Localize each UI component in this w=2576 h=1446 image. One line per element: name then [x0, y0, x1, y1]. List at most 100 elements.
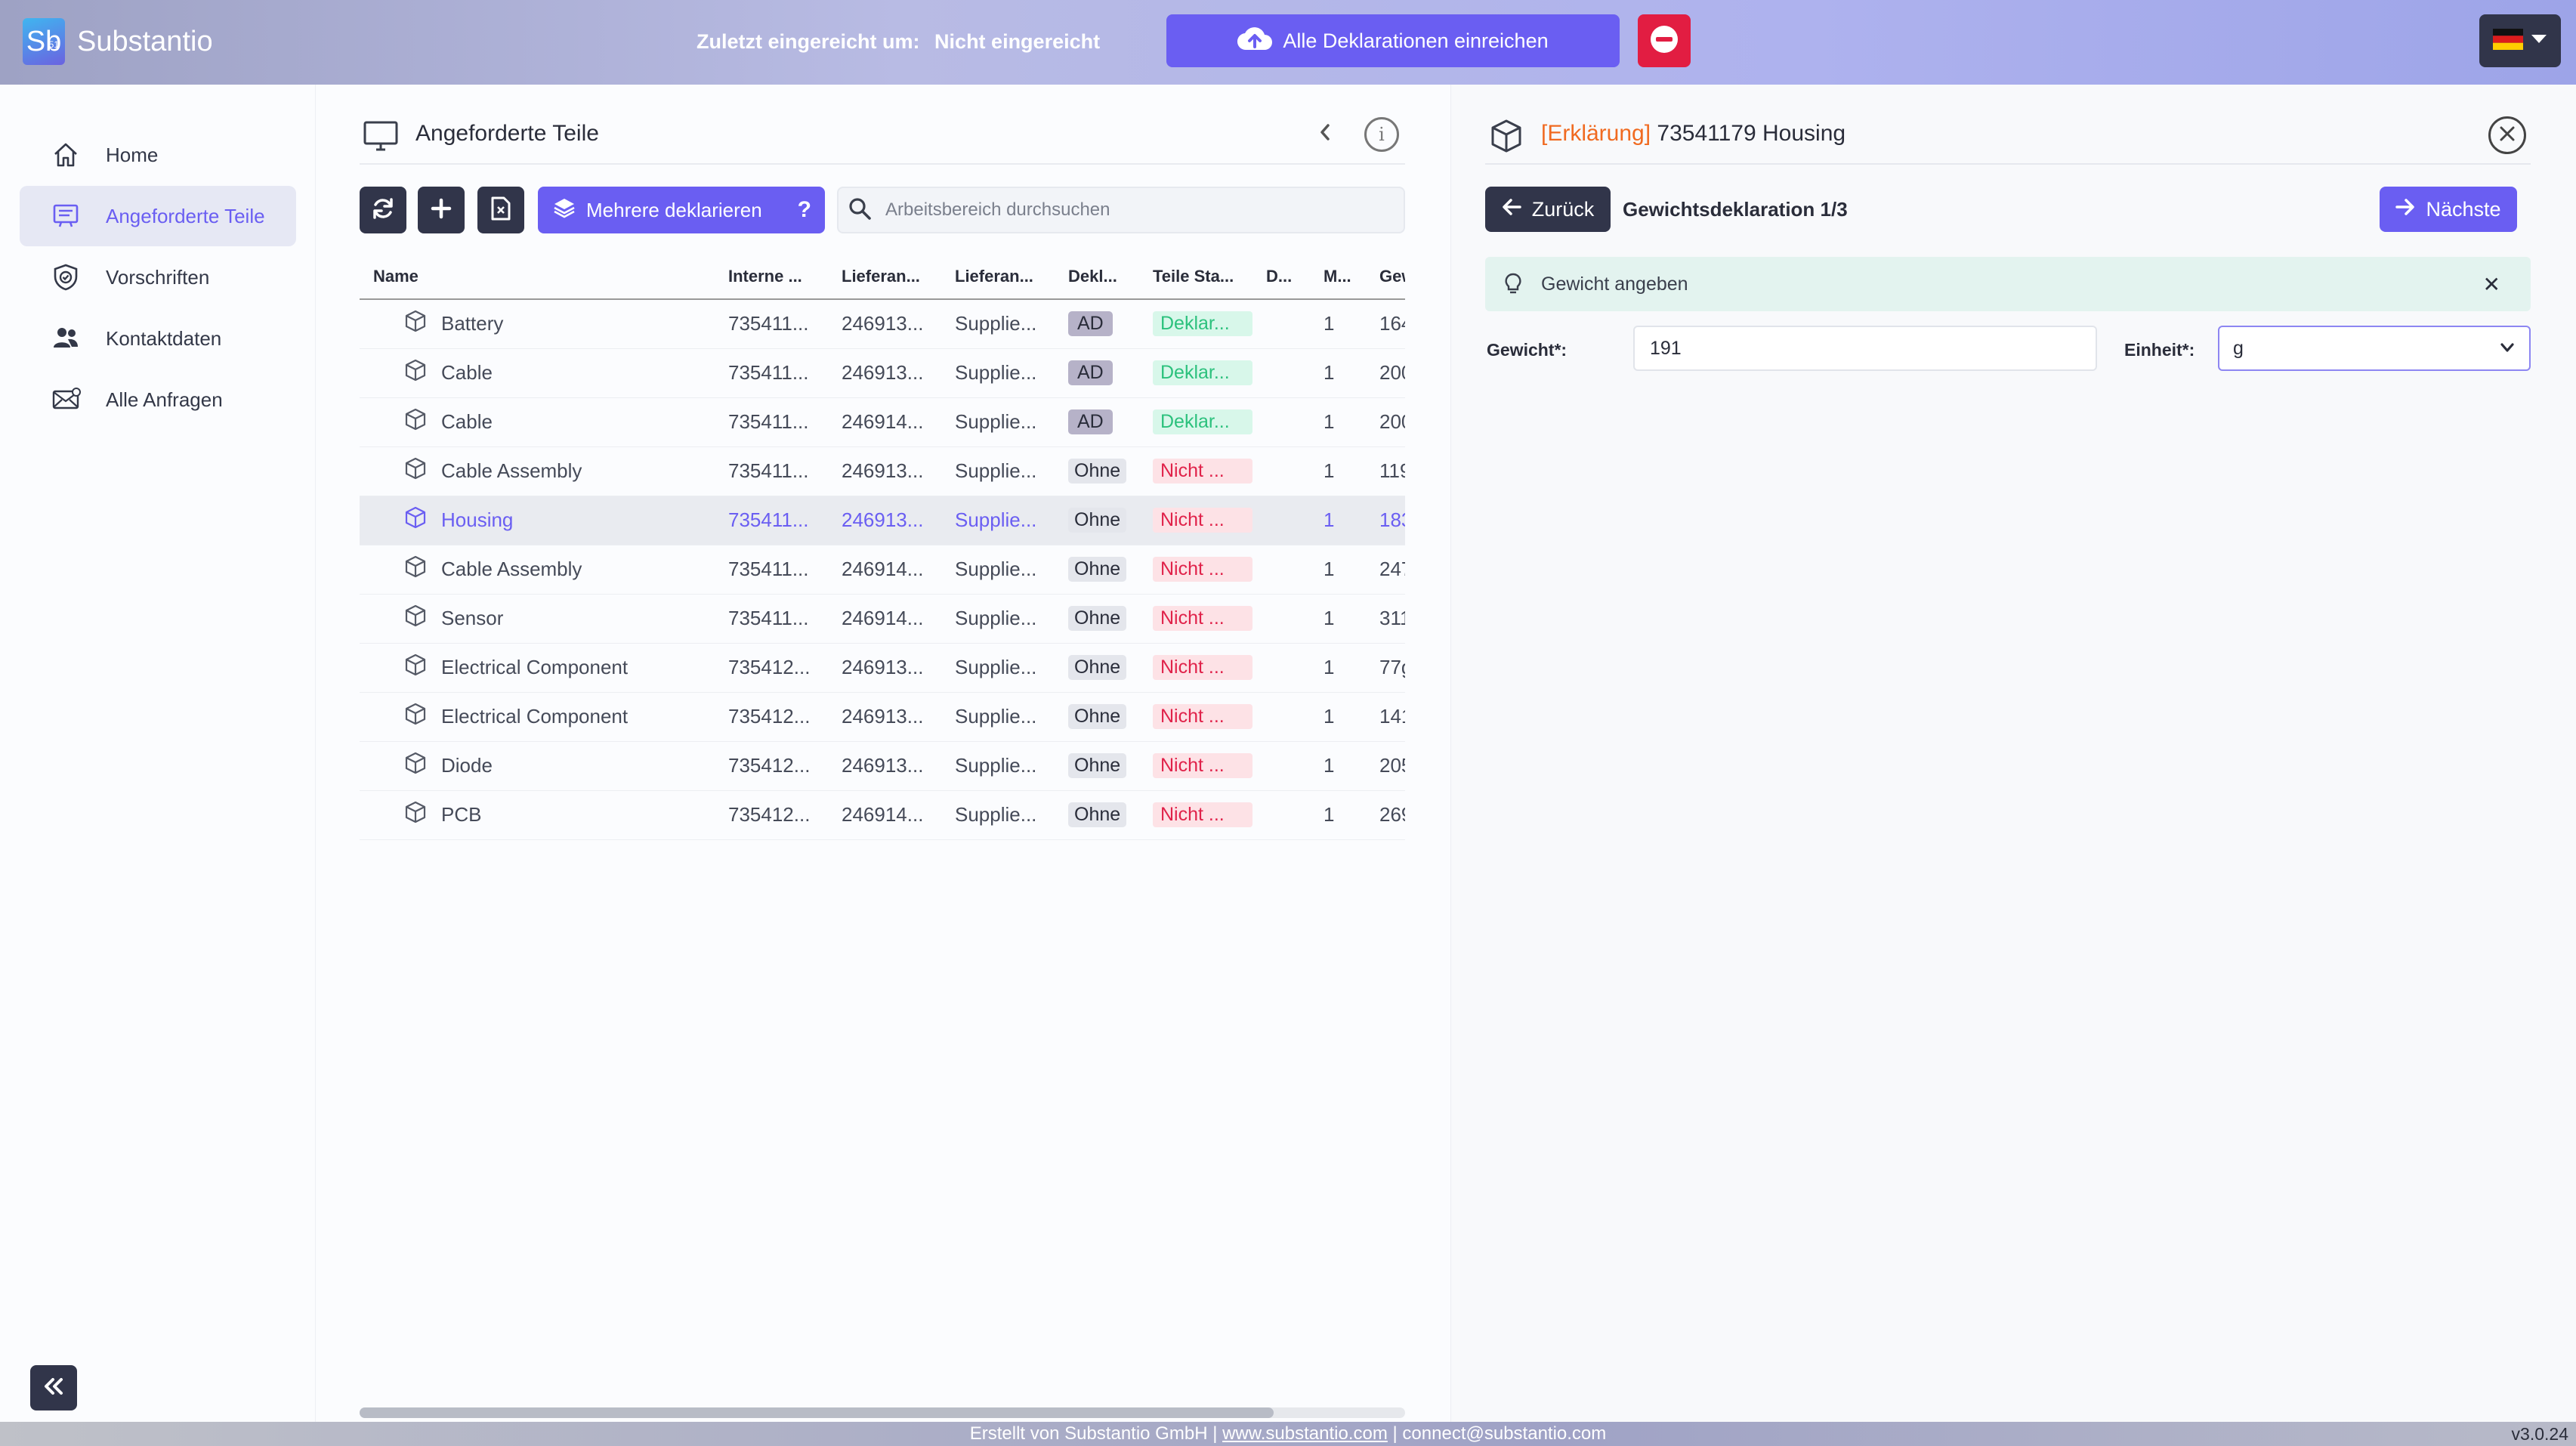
submit-all-label: Alle Deklarationen einreichen: [1283, 29, 1549, 52]
add-button[interactable]: [418, 187, 465, 233]
cell-supplier: Supplie...: [941, 348, 1055, 398]
cell-name: PCB: [360, 790, 715, 840]
chevron-left-icon: [1317, 122, 1333, 149]
unit-select[interactable]: g: [2218, 326, 2531, 371]
status-badge: Nicht ...: [1153, 655, 1252, 680]
cube-icon: [403, 456, 428, 486]
cell-quantity: 1: [1310, 446, 1366, 496]
sidebar-item-label: Alle Anfragen: [106, 388, 223, 411]
cell-name: Electrical Component: [360, 643, 715, 693]
next-button[interactable]: Nächste: [2380, 187, 2517, 232]
submit-all-button[interactable]: Alle Deklarationen einreichen: [1166, 14, 1620, 67]
home-icon: [51, 141, 86, 169]
refresh-button[interactable]: [360, 187, 406, 233]
help-icon[interactable]: ?: [798, 197, 811, 223]
column-header[interactable]: Name: [360, 254, 715, 300]
unit-label: Einheit*:: [2124, 340, 2195, 360]
declaration-badge: Ohne: [1068, 508, 1127, 533]
cell-supplier: Supplie...: [941, 496, 1055, 545]
cell-internal-number: 735411...: [715, 299, 828, 349]
info-button[interactable]: i: [1364, 117, 1399, 152]
table-row[interactable]: Housing 735411... 246913... Supplie... Ohne N…: [360, 496, 1405, 545]
part-name: Cable Assembly: [441, 558, 582, 580]
column-header[interactable]: Lieferan...: [828, 254, 941, 300]
export-file-button[interactable]: [477, 187, 524, 233]
column-header[interactable]: M...: [1310, 254, 1366, 300]
declare-multiple-button[interactable]: Mehrere deklarieren ?: [538, 187, 825, 233]
dismiss-hint-button[interactable]: ✕: [2483, 272, 2500, 297]
cell-supplier: Supplie...: [941, 545, 1055, 595]
sidebar-item-requested-parts[interactable]: Angeforderte Teile: [20, 186, 296, 246]
sidebar-item-home[interactable]: Home: [20, 125, 296, 185]
table-row[interactable]: Sensor 735411... 246914... Supplie... Ohne Ni…: [360, 594, 1405, 644]
detail-title: [Erklärung] 73541179 Housing: [1541, 121, 1846, 147]
sidebar-item-contacts[interactable]: Kontaktdaten: [20, 308, 296, 369]
cell-internal-number: 735412...: [715, 790, 828, 840]
cube-icon: [403, 604, 428, 633]
refresh-icon: [370, 196, 396, 225]
table-row[interactable]: Battery 735411... 246913... Supplie... AD Dek…: [360, 299, 1405, 349]
part-name: Sensor: [441, 607, 504, 629]
declaration-badge: AD: [1068, 311, 1113, 337]
cell-supplier-number: 246913...: [828, 741, 941, 791]
back-button[interactable]: Zurück: [1485, 187, 1611, 232]
cell-quantity: 1: [1310, 741, 1366, 791]
weight-input[interactable]: [1633, 326, 2097, 371]
cell-weight: 141: [1366, 692, 1405, 742]
table-row[interactable]: Cable Assembly 735411... 246913... Supplie.…: [360, 446, 1405, 496]
plus-icon: [430, 197, 452, 224]
close-icon: [2498, 125, 2516, 147]
monitor-icon: [363, 119, 399, 156]
table-row[interactable]: Cable Assembly 735411... 246914... Supplie.…: [360, 545, 1405, 595]
cancel-button[interactable]: [1638, 14, 1691, 67]
logo-super: 51: [48, 39, 59, 50]
declaration-tag: [Erklärung]: [1541, 121, 1651, 146]
column-header[interactable]: D...: [1252, 254, 1310, 300]
cell-internal-number: 735412...: [715, 692, 828, 742]
close-detail-button[interactable]: [2488, 116, 2526, 154]
column-header[interactable]: Gew: [1366, 254, 1405, 300]
cube-icon: [403, 702, 428, 731]
collapse-panel-button[interactable]: [1317, 121, 1333, 150]
cell-part-status: Nicht ...: [1139, 496, 1252, 545]
chevron-down-icon: [2531, 34, 2547, 48]
column-header[interactable]: Lieferan...: [941, 254, 1055, 300]
cell-declaration: Ohne: [1055, 790, 1139, 840]
table-row[interactable]: Cable 735411... 246913... Supplie... AD Dekla…: [360, 348, 1405, 398]
unit-value: g: [2233, 337, 2244, 359]
table-row[interactable]: Electrical Component 735412... 246913... Su…: [360, 692, 1405, 742]
language-selector[interactable]: [2479, 14, 2561, 67]
status-badge: Nicht ...: [1153, 704, 1252, 729]
cell-declaration: Ohne: [1055, 545, 1139, 595]
cell-d: [1252, 594, 1310, 644]
collapse-sidebar-button[interactable]: [30, 1365, 77, 1410]
cell-name: Cable: [360, 348, 715, 398]
cell-quantity: 1: [1310, 397, 1366, 447]
cell-part-status: Nicht ...: [1139, 790, 1252, 840]
table-row[interactable]: PCB 735412... 246914... Supplie... Ohne Nicht…: [360, 790, 1405, 840]
sidebar-item-all-requests[interactable]: Alle Anfragen: [20, 369, 296, 430]
cell-internal-number: 735412...: [715, 643, 828, 693]
cube-icon: [403, 800, 428, 830]
cell-supplier: Supplie...: [941, 299, 1055, 349]
column-header[interactable]: Dekl...: [1055, 254, 1139, 300]
table-row[interactable]: Diode 735412... 246913... Supplie... Ohne Nic…: [360, 741, 1405, 791]
minus-circle-icon: [1649, 24, 1679, 58]
part-name: Electrical Component: [441, 705, 629, 728]
cell-weight: 164: [1366, 299, 1405, 349]
sidebar-item-regulations[interactable]: Vorschriften: [20, 247, 296, 307]
cell-supplier: Supplie...: [941, 643, 1055, 693]
website-link[interactable]: www.substantio.com: [1222, 1423, 1388, 1444]
table-row[interactable]: Cable 735411... 246914... Supplie... AD Dekla…: [360, 397, 1405, 447]
table-row[interactable]: Electrical Component 735412... 246913... Su…: [360, 643, 1405, 693]
column-header[interactable]: Interne ...: [715, 254, 828, 300]
cell-part-status: Deklar...: [1139, 397, 1252, 447]
cell-internal-number: 735411...: [715, 446, 828, 496]
cell-weight: 311: [1366, 594, 1405, 644]
search-input[interactable]: [885, 199, 1384, 221]
horizontal-scrollbar-thumb[interactable]: [360, 1407, 1274, 1418]
column-header[interactable]: Teile Sta...: [1139, 254, 1252, 300]
double-chevron-left-icon: [44, 1377, 63, 1398]
search-box: [837, 187, 1405, 233]
contacts-icon: [51, 324, 86, 353]
